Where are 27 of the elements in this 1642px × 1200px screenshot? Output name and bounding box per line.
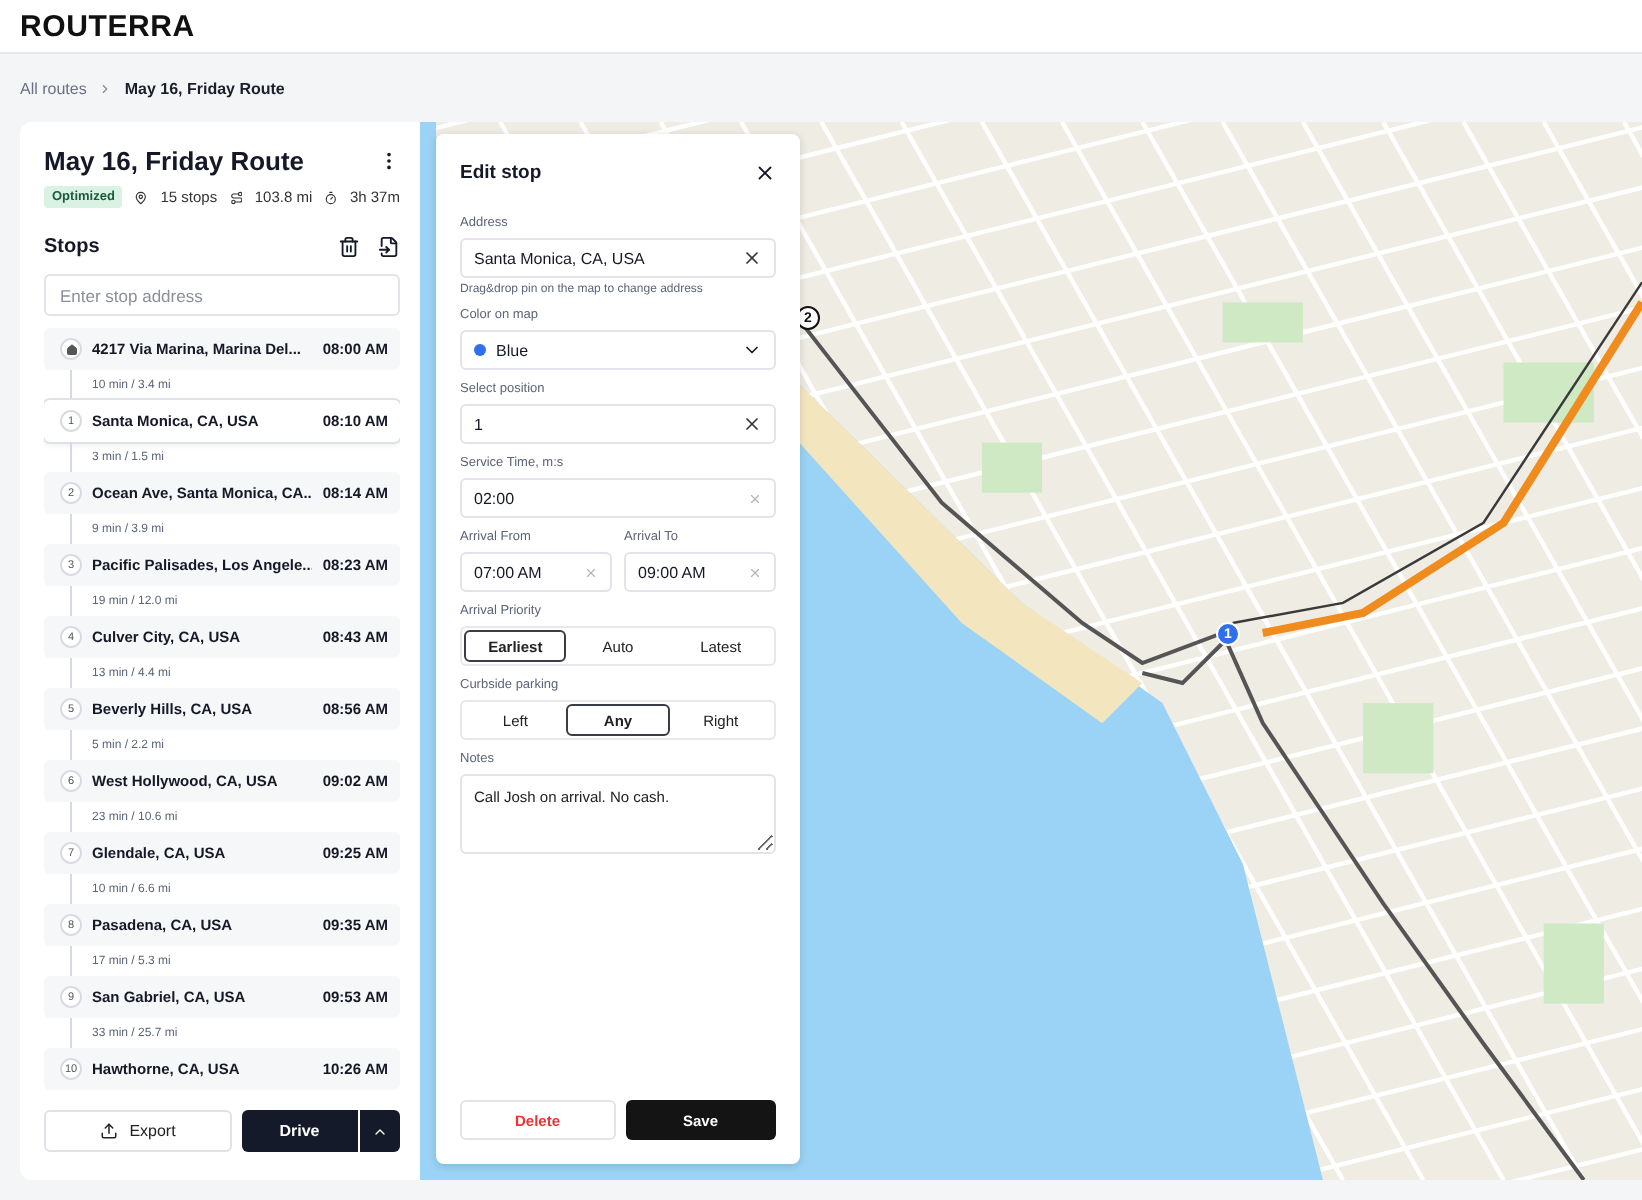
pin-icon	[134, 189, 149, 205]
upload-icon	[99, 1122, 118, 1140]
route-title: May 16, Friday Route	[44, 146, 305, 176]
input-field[interactable]: Santa Monica, CA, USA	[460, 238, 776, 278]
input-field[interactable]: 1	[460, 404, 776, 444]
timer-icon	[324, 189, 338, 205]
breadcrumb-link[interactable]: All routes	[20, 79, 87, 97]
input-field[interactable]: 09:00 AM	[624, 552, 776, 592]
stops-heading: Stops	[44, 236, 100, 258]
drive-button[interactable]: Drive	[241, 1110, 358, 1152]
home-icon	[60, 338, 82, 360]
input-field[interactable]: 02:00	[460, 478, 776, 518]
import-icon[interactable]	[378, 236, 400, 258]
close-icon[interactable]	[754, 162, 776, 184]
expand-button[interactable]	[360, 1110, 400, 1152]
panel-title: Edit stop	[460, 162, 542, 184]
color-select[interactable]: Blue	[460, 330, 776, 370]
trash-icon[interactable]	[338, 236, 360, 258]
breadcrumb-link[interactable]: May 16, Friday Route	[124, 79, 285, 97]
clear-icon[interactable]	[742, 248, 762, 268]
chevron-icon	[98, 81, 113, 95]
input-field[interactable]: 07:00 AM	[460, 552, 612, 592]
export-button[interactable]: Export	[44, 1110, 231, 1152]
clear-icon[interactable]	[742, 414, 762, 434]
search-field[interactable]: Enter stop address	[44, 274, 400, 316]
brand-logo: ROUTERRA	[20, 9, 195, 43]
route-icon	[229, 189, 243, 205]
